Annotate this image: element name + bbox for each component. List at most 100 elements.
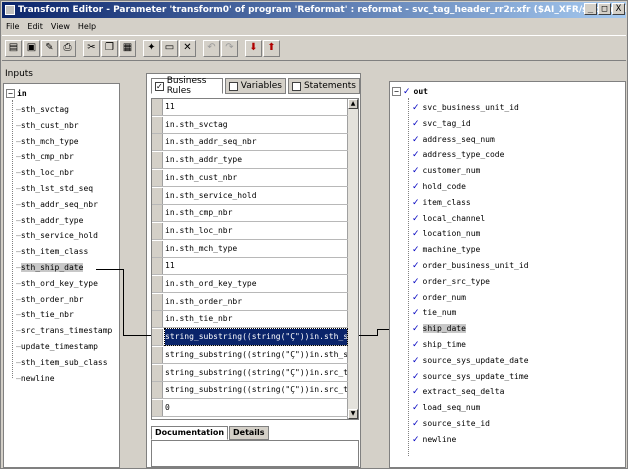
rule-expression[interactable]: in.sth_tie_nbr [165, 311, 347, 327]
input-field[interactable]: —sth_item_class [16, 244, 88, 260]
output-field[interactable]: ✓ order_num [412, 290, 466, 306]
input-field[interactable]: —sth_tie_nbr [16, 307, 74, 323]
rule-expression[interactable]: in.sth_order_nbr [165, 294, 347, 310]
rule-marker[interactable] [152, 169, 163, 186]
copy-icon[interactable]: ❐ [101, 39, 118, 57]
rule-marker[interactable] [152, 311, 163, 328]
input-field[interactable]: —sth_ord_key_type [16, 276, 98, 292]
rule-row[interactable]: string_substring((string("Ç"))in.sth_s [152, 346, 348, 364]
menu-view[interactable]: View [51, 22, 70, 31]
rule-row[interactable]: in.sth_service_hold [152, 187, 348, 205]
output-field[interactable]: ✓ item_class [412, 195, 471, 211]
tab-details[interactable]: Details [229, 426, 269, 440]
print-icon[interactable]: ⎙ [59, 39, 76, 57]
output-field[interactable]: ✓ order_src_type [412, 274, 490, 290]
rule-row[interactable]: in.sth_addr_seq_nbr [152, 134, 348, 152]
input-field[interactable]: —sth_addr_type [16, 213, 83, 229]
rule-row[interactable]: 0 [152, 399, 348, 417]
move-up-icon[interactable]: ⬆ [263, 39, 280, 57]
rule-marker[interactable] [152, 364, 163, 381]
input-field[interactable]: —sth_svctag [16, 102, 69, 118]
rule-marker[interactable] [152, 276, 163, 292]
input-field[interactable]: —sth_addr_seq_nbr [16, 197, 98, 213]
rule-row[interactable]: in.sth_svctag [152, 116, 348, 134]
rule-expression[interactable]: in.sth_loc_nbr [165, 223, 347, 239]
title-bar[interactable]: Transform Editor - Parameter 'transform0… [2, 2, 626, 18]
rule-expression[interactable]: in.sth_svctag [165, 117, 347, 133]
checkbox-icon[interactable] [291, 81, 301, 91]
rule-marker[interactable] [152, 134, 163, 151]
output-field[interactable]: ✓ source_site_id [412, 416, 490, 432]
rule-row[interactable]: string_substring((string("Ç"))in.src_t [152, 364, 348, 382]
tab-variables[interactable]: Variables [224, 78, 286, 94]
output-field[interactable]: ✓ address_seq_num [412, 132, 495, 148]
tab-business-rules[interactable]: ✓ Business Rules [151, 76, 223, 96]
output-field[interactable]: ✓ source_sys_update_time [412, 369, 529, 385]
output-field[interactable]: ✓ machine_type [412, 242, 480, 258]
input-field[interactable]: —sth_cust_nbr [16, 118, 79, 134]
input-field[interactable]: —newline [16, 371, 55, 387]
rule-expression[interactable]: 11 [165, 258, 347, 274]
output-field[interactable]: ✓ extract_seq_delta [412, 384, 504, 400]
maximize-button[interactable]: □ [598, 3, 611, 15]
input-field[interactable]: —sth_service_hold [16, 228, 98, 244]
input-field[interactable]: —sth_order_nbr [16, 292, 83, 308]
rule-expression[interactable]: in.sth_ord_key_type [165, 276, 347, 292]
rule-expression[interactable]: in.sth_cust_nbr [165, 170, 347, 186]
output-field[interactable]: ✓ order_business_unit_id [412, 258, 529, 274]
tab-documentation[interactable]: Documentation [151, 426, 229, 440]
rule-row[interactable]: string_substring((string("Ç"))in.sth_s [152, 328, 348, 347]
rules-scrollbar[interactable]: ▲ ▼ [347, 99, 358, 419]
checkbox-icon[interactable]: ✓ [155, 81, 164, 91]
output-field[interactable]: ✓ svc_business_unit_id [412, 100, 519, 116]
rule-row[interactable]: in.sth_tie_nbr [152, 311, 348, 329]
rule-row[interactable]: 11 [152, 99, 348, 116]
output-field[interactable]: ✓ tie_num [412, 305, 456, 321]
rule-row[interactable]: 11 [152, 258, 348, 276]
output-field[interactable]: ✓ hold_code [412, 179, 466, 195]
inputs-tree[interactable]: − in —sth_svctag —sth_cust_nbr —sth_mch_typ… [3, 83, 120, 468]
output-field[interactable]: ✓ newline [412, 432, 456, 448]
outputs-tree[interactable]: − ✓ out ✓ svc_business_unit_id ✓ svc_tag_id ✓ a… [389, 81, 626, 468]
menu-edit[interactable]: Edit [27, 22, 43, 31]
edit-rule-icon[interactable]: ▭ [161, 39, 178, 57]
save-icon[interactable]: ▣ [23, 39, 40, 57]
rule-expression[interactable]: string_substring((string("Ç"))in.sth_s [165, 347, 347, 363]
minimize-button[interactable]: _ [584, 3, 597, 15]
rule-expression[interactable]: string_substring((string("Ç"))in.src_t [165, 382, 347, 398]
rule-expression[interactable]: string_substring((string("Ç"))in.src_t [165, 365, 347, 381]
output-field[interactable]: ✓ customer_num [412, 163, 480, 179]
rule-marker[interactable] [152, 293, 163, 310]
rule-marker[interactable] [152, 258, 163, 275]
rule-marker[interactable] [152, 382, 163, 399]
rule-expression[interactable]: in.sth_service_hold [165, 188, 347, 204]
delete-icon[interactable]: ✕ [179, 39, 196, 57]
rule-row[interactable]: string_substring((string("Ç"))in.src_t [152, 382, 348, 400]
rule-row[interactable]: in.sth_cmp_nbr [152, 205, 348, 223]
menu-help[interactable]: Help [78, 22, 96, 31]
rule-marker[interactable] [152, 399, 163, 416]
input-field[interactable]: —sth_loc_nbr [16, 165, 74, 181]
menu-file[interactable]: File [6, 22, 19, 31]
documentation-area[interactable] [151, 440, 359, 467]
rule-marker[interactable] [152, 152, 163, 169]
rule-expression[interactable]: in.sth_addr_type [165, 152, 347, 168]
close-button[interactable]: X [612, 3, 625, 15]
rule-row[interactable]: in.sth_addr_type [152, 152, 348, 170]
rule-expression[interactable]: in.sth_cmp_nbr [165, 205, 347, 221]
rule-marker[interactable] [152, 346, 163, 363]
rule-expression[interactable]: in.sth_addr_seq_nbr [165, 134, 347, 150]
scroll-down-icon[interactable]: ▼ [348, 409, 358, 419]
output-field[interactable]: ✓ load_seq_num [412, 400, 480, 416]
output-field[interactable]: ✓ ship_date [412, 321, 466, 337]
rule-expression[interactable]: in.sth_mch_type [165, 241, 347, 257]
edit-icon[interactable]: ✎ [41, 39, 58, 57]
new-rule-icon[interactable]: ✦ [143, 39, 160, 57]
rule-expression[interactable]: 11 [165, 99, 347, 115]
rule-marker[interactable] [152, 222, 163, 239]
outputs-root[interactable]: − ✓ out [392, 84, 428, 100]
input-field[interactable]: —sth_item_sub_class [16, 355, 108, 371]
collapse-icon[interactable]: − [6, 89, 15, 98]
input-field[interactable]: —sth_ship_date [16, 260, 84, 276]
rule-marker[interactable] [152, 187, 163, 204]
